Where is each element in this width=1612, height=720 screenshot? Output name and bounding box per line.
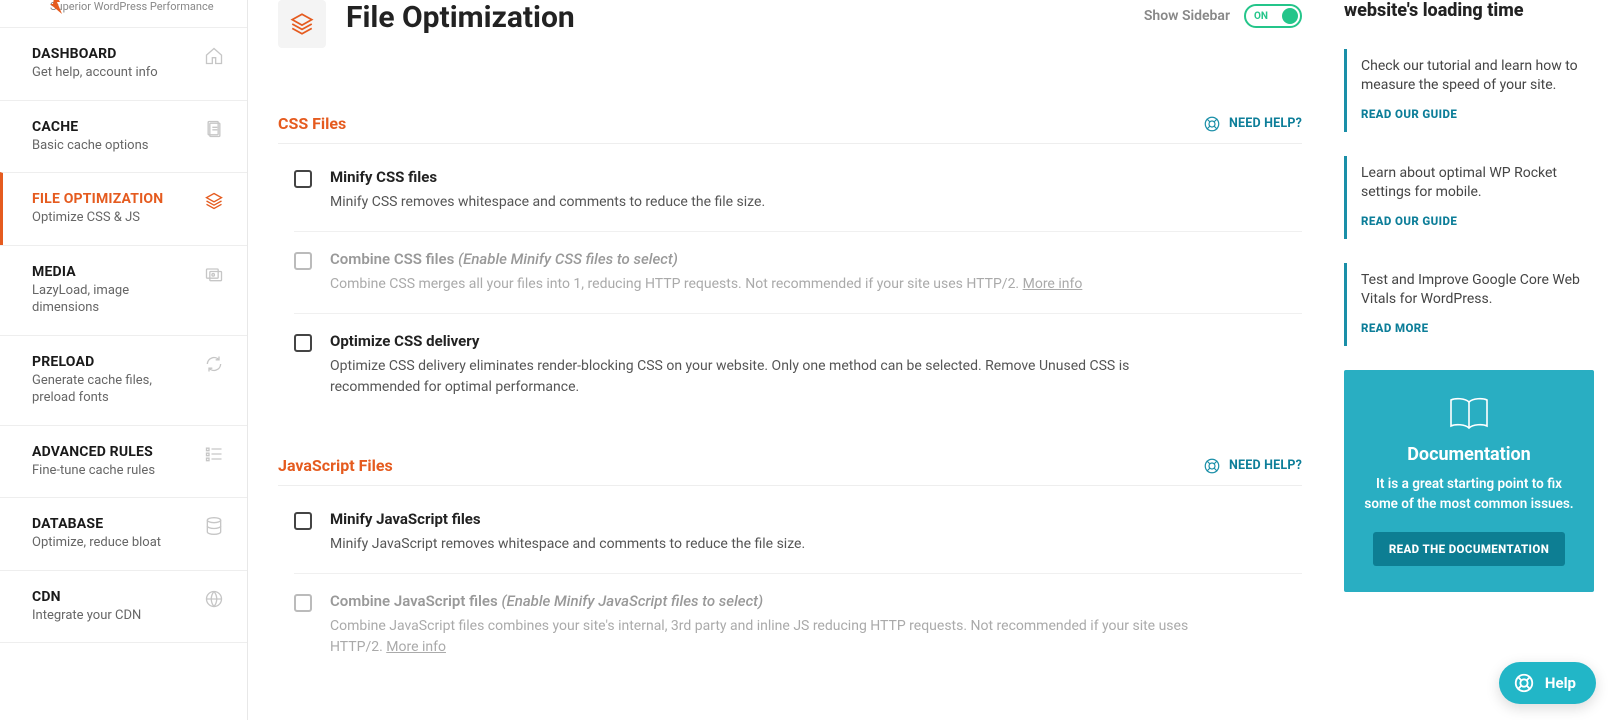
read-documentation-button[interactable]: READ THE DOCUMENTATION [1373,532,1565,566]
sidebar-item-cdn[interactable]: CDN Integrate your CDN [0,570,247,644]
sidebar-item-file-optimization[interactable]: FILE OPTIMIZATION Optimize CSS & JS [0,172,247,245]
option-description: Optimize CSS delivery eliminates render-… [330,356,1200,398]
sidebar-item-title: CACHE [32,119,193,135]
sidebar-item-title: DATABASE [32,516,193,532]
need-help-label: NEED HELP? [1229,458,1302,473]
sidebar-item-title: DASHBOARD [32,46,193,62]
option-description: Combine CSS merges all your files into 1… [330,274,1082,295]
sidebar-item-subtitle: Optimize, reduce bloat [32,534,193,552]
sidebar-item-title: FILE OPTIMIZATION [32,191,193,207]
page-title: File Optimization [346,0,575,35]
need-help-label: NEED HELP? [1229,116,1302,131]
sidebar-item-subtitle: Integrate your CDN [32,607,193,625]
sidebar-item-subtitle: Get help, account info [32,64,193,82]
sidebar-item-title: ADVANCED RULES [32,444,193,460]
tip-text: Learn about optimal WP Rocket settings f… [1361,164,1584,203]
option-description: Minify JavaScript removes whitespace and… [330,534,805,555]
tip-link[interactable]: READ OUR GUIDE [1361,107,1457,121]
aside-panel: website's loading time Check our tutoria… [1332,0,1612,720]
need-help-link[interactable]: NEED HELP? [1203,115,1302,133]
toggle-knob [1282,8,1298,24]
option-combine-js: Combine JavaScript files (Enable Minify … [294,574,1302,676]
sidebar-item-subtitle: Fine-tune cache rules [32,462,193,480]
option-title: Combine JavaScript files (Enable Minify … [330,592,1200,610]
sidebar-item-preload[interactable]: PRELOAD Generate cache files, preload fon… [0,335,247,425]
tip-card: Learn about optimal WP Rocket settings f… [1344,156,1594,239]
aside-title: website's loading time [1344,0,1594,23]
database-icon [203,516,225,536]
logo-icon [48,0,62,14]
option-minify-css: Minify CSS files Minify CSS removes white… [294,150,1302,232]
lifering-icon [1203,457,1221,475]
combine-css-checkbox [294,252,312,270]
option-title: Combine CSS files (Enable Minify CSS fil… [330,250,1082,268]
page-icon [203,119,225,139]
layers-icon [203,191,225,211]
tip-text: Check our tutorial and learn how to meas… [1361,57,1584,96]
more-info-link[interactable]: More info [1023,276,1083,292]
tip-link[interactable]: READ MORE [1361,321,1428,335]
minify-js-checkbox[interactable] [294,512,312,530]
option-title: Optimize CSS delivery [330,332,1200,350]
option-description: Minify CSS removes whitespace and commen… [330,192,765,213]
home-icon [203,46,225,66]
option-hint: (Enable Minify CSS files to select) [458,250,678,268]
section-header: CSS Files NEED HELP? [278,114,1302,144]
images-icon [203,264,225,284]
tip-card: Check our tutorial and learn how to meas… [1344,49,1594,132]
option-title: Minify JavaScript files [330,510,805,528]
more-info-link[interactable]: More info [386,639,446,655]
brand-tagline: Superior WordPress Performance [50,0,227,13]
help-button[interactable]: Help [1499,662,1596,704]
sidebar-item-dashboard[interactable]: DASHBOARD Get help, account info [0,27,247,100]
lifering-icon [1203,115,1221,133]
sidebar-item-title: MEDIA [32,264,193,280]
layers-icon [278,0,326,48]
documentation-text: It is a great starting point to fix some… [1364,475,1574,514]
option-list: Minify CSS files Minify CSS removes white… [278,144,1302,446]
sidebar-item-subtitle: Basic cache options [32,137,193,155]
option-minify-js: Minify JavaScript files Minify JavaScript… [294,492,1302,574]
option-description: Combine JavaScript files combines your s… [330,616,1200,658]
sidebar-item-subtitle: LazyLoad, image dimensions [32,282,193,317]
show-sidebar-label: Show Sidebar [1144,8,1230,24]
tip-card: Test and Improve Google Core Web Vitals … [1344,263,1594,346]
sidebar-item-subtitle: Generate cache files, preload fonts [32,372,193,407]
lifering-icon [1513,672,1535,694]
option-combine-css: Combine CSS files (Enable Minify CSS fil… [294,232,1302,314]
globe-icon [203,589,225,609]
toggle-state-text: ON [1254,11,1268,22]
combine-js-checkbox [294,594,312,612]
section-heading: JavaScript Files [278,456,393,475]
tip-text: Test and Improve Google Core Web Vitals … [1361,271,1584,310]
need-help-link[interactable]: NEED HELP? [1203,457,1302,475]
optimize-css-delivery-checkbox[interactable] [294,334,312,352]
sidebar-item-cache[interactable]: CACHE Basic cache options [0,100,247,173]
brand-area: Superior WordPress Performance [0,0,247,27]
sidebar-item-title: CDN [32,589,193,605]
minify-css-checkbox[interactable] [294,170,312,188]
option-title: Minify CSS files [330,168,765,186]
documentation-title: Documentation [1364,444,1574,465]
sidebar-item-advanced-rules[interactable]: ADVANCED RULES Fine-tune cache rules [0,425,247,498]
sidebar-item-database[interactable]: DATABASE Optimize, reduce bloat [0,497,247,570]
show-sidebar-toggle[interactable]: ON [1244,4,1302,28]
sidebar-nav: Superior WordPress Performance DASHBOARD… [0,0,248,720]
option-list: Minify JavaScript files Minify JavaScript… [278,486,1302,706]
option-hint: (Enable Minify JavaScript files to selec… [501,592,763,610]
main-content: File Optimization Show Sidebar ON CSS Fi… [248,0,1332,720]
help-label: Help [1545,674,1576,692]
section-heading: CSS Files [278,114,346,133]
section-header: JavaScript Files NEED HELP? [278,456,1302,486]
book-icon [1364,396,1574,430]
sidebar-item-subtitle: Optimize CSS & JS [32,209,193,227]
option-optimize-css-delivery: Optimize CSS delivery Optimize CSS delive… [294,314,1302,416]
list-icon [203,444,225,464]
refresh-icon [203,354,225,374]
tip-link[interactable]: READ OUR GUIDE [1361,214,1457,228]
sidebar-item-media[interactable]: MEDIA LazyLoad, image dimensions [0,245,247,335]
documentation-card: Documentation It is a great starting poi… [1344,370,1594,592]
sidebar-item-title: PRELOAD [32,354,193,370]
page-header: File Optimization Show Sidebar ON [278,0,1302,48]
